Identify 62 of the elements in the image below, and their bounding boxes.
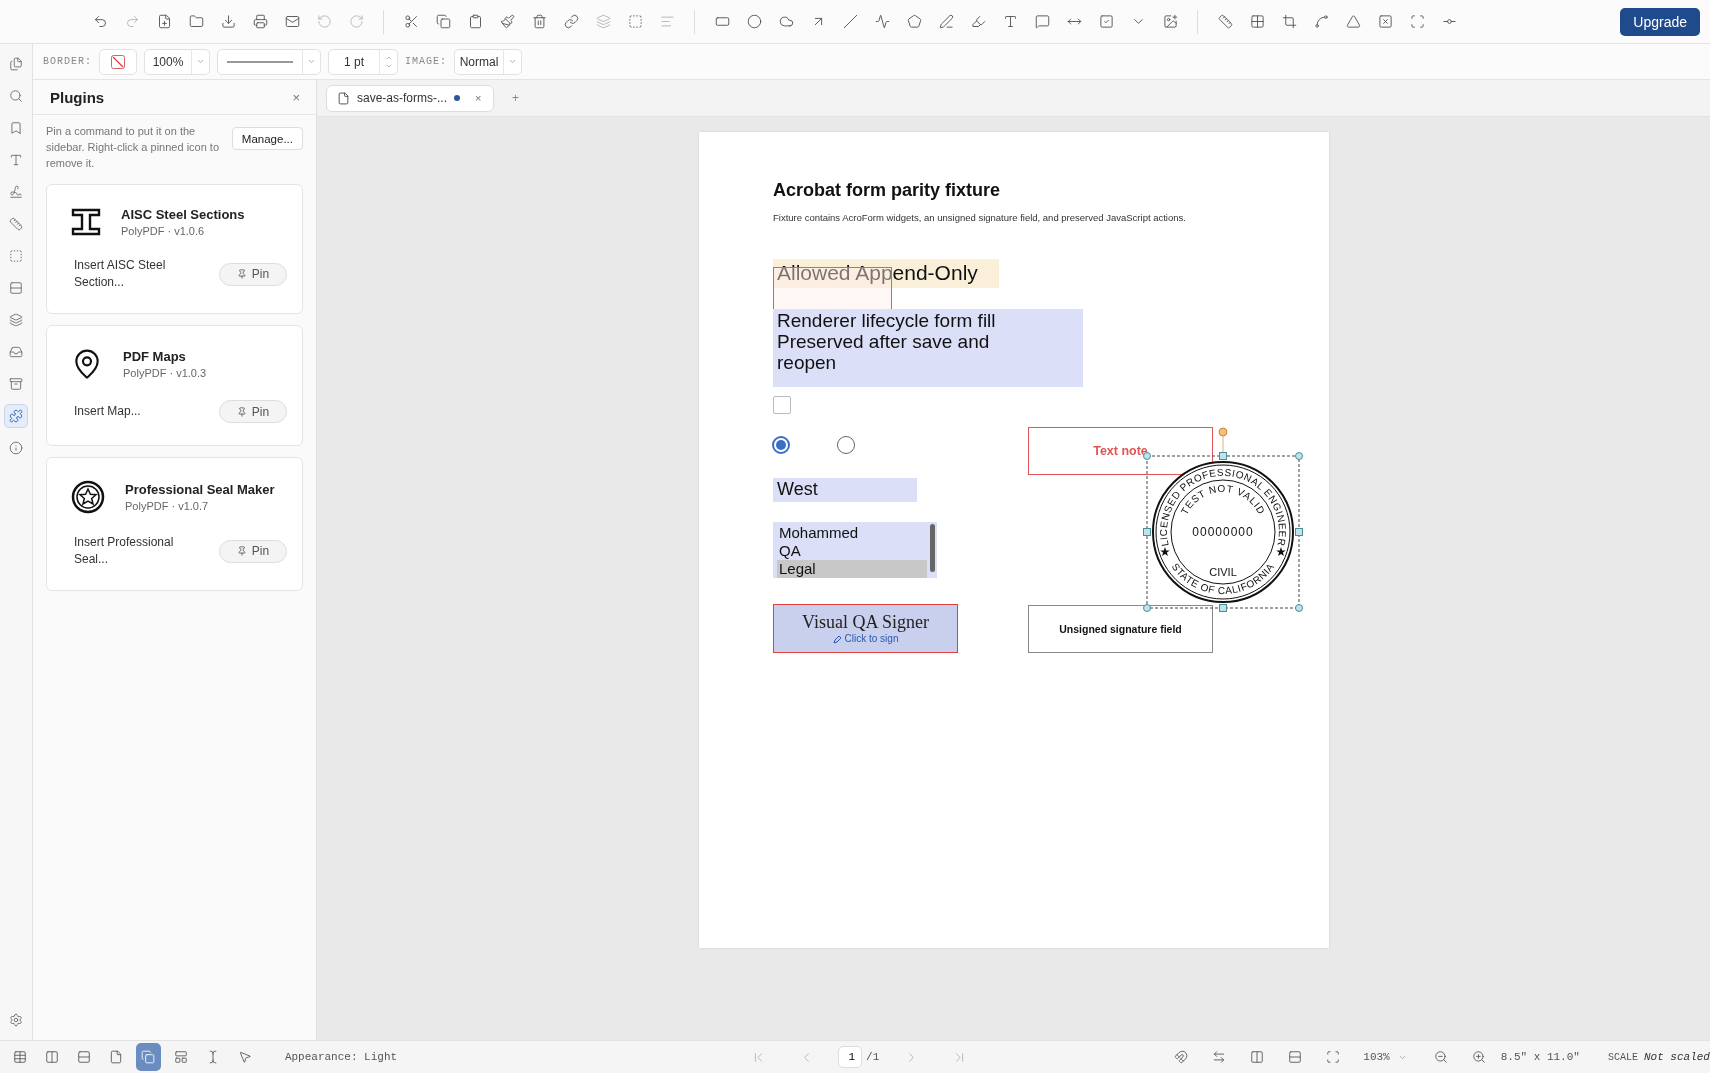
plugin-command: Insert AISC Steel Section... — [74, 257, 167, 291]
file-icon — [337, 91, 350, 105]
click-to-sign-link[interactable]: Click to sign — [844, 633, 899, 645]
i-beam-icon — [71, 207, 101, 237]
panel-title: Plugins — [50, 88, 105, 106]
zoom-level[interactable]: 103% — [1363, 1051, 1390, 1063]
list-box[interactable]: Mohammed QA Legal — [773, 522, 937, 578]
close-tab-button[interactable]: × — [475, 92, 482, 104]
pin-icon — [236, 269, 247, 279]
radio-button[interactable] — [837, 436, 855, 454]
plugin-name: Professional Seal Maker — [125, 482, 275, 497]
plugin-command: Insert Professional Seal... — [74, 534, 175, 568]
solid-line-icon — [227, 60, 293, 63]
unsigned-signature-field[interactable]: Unsigned signature field — [1028, 605, 1213, 653]
pin-button[interactable]: Pin — [219, 400, 287, 423]
pin-icon — [236, 406, 247, 417]
puzzle-icon[interactable] — [4, 404, 28, 428]
line-width-stepper[interactable]: 1 pt — [328, 48, 398, 75]
appearance-label: Appearance: Light — [284, 1051, 398, 1063]
manage-button[interactable]: Manage... — [231, 127, 303, 150]
signature-field[interactable]: Visual QA Signer Click to sign — [773, 604, 958, 653]
combo-field[interactable]: West — [773, 478, 917, 502]
page-number-field[interactable]: 1 — [838, 1046, 863, 1068]
scale-value: Not scaled — [1643, 1051, 1710, 1063]
star-badge-icon — [71, 480, 105, 514]
border-label: BORDER: — [43, 56, 92, 67]
plugin-version: PolyPDF · v1.0.6 — [121, 225, 206, 237]
plugin-version: PolyPDF · v1.0.3 — [123, 367, 207, 379]
checkbox[interactable] — [773, 396, 791, 414]
document-tab[interactable]: save-as-forms-... × — [326, 84, 494, 112]
close-button[interactable]: × — [292, 89, 300, 105]
plugin-name: PDF Maps — [123, 349, 187, 364]
page-total: /1 — [866, 1051, 880, 1063]
image-mode-dropdown[interactable]: Normal — [454, 48, 523, 75]
multiline-field[interactable]: Renderer lifecycle form fill Preserved after save and reopen — [773, 309, 1083, 387]
scale-label: SCALE — [1607, 1051, 1638, 1063]
border-color-swatch[interactable] — [99, 48, 137, 75]
list-option[interactable]: QA — [777, 542, 927, 560]
list-option[interactable]: Legal — [777, 560, 927, 578]
list-option[interactable]: Mohammed — [777, 524, 927, 542]
document-title: Acrobat form parity fixture — [773, 180, 1001, 201]
radio-button[interactable] — [772, 436, 790, 454]
document-description: Fixture contains AcroForm widgets, an unsigned signature field, and preserved JavaScript actions. — [773, 212, 1186, 223]
pin-icon — [236, 546, 247, 556]
stacked-pages-icon[interactable] — [136, 1043, 161, 1071]
pin-button[interactable]: Pin — [219, 262, 287, 286]
caret-icon — [196, 57, 205, 66]
caret-icon — [508, 57, 518, 66]
signer-name: Visual QA Signer — [802, 612, 929, 632]
plugin-command: Insert Map... — [74, 403, 142, 420]
pin-button[interactable]: Pin — [219, 539, 287, 563]
plugin-version: PolyPDF · v1.0.7 — [125, 500, 210, 512]
caret-icon — [307, 57, 316, 66]
page-size: 8.5" x 11.0" — [1500, 1051, 1580, 1063]
plugin-name: AISC Steel Sections — [121, 207, 245, 222]
panel-hint: Pin a command to put it on the sidebar. Right-click a pinned icon to remove it. — [46, 124, 221, 171]
line-style-dropdown[interactable] — [217, 48, 321, 75]
tab-label: save-as-forms-... — [357, 91, 447, 105]
opacity-dropdown[interactable]: 100% — [144, 48, 210, 75]
pencil-icon — [832, 634, 842, 644]
upgrade-button[interactable]: Upgrade — [1620, 7, 1700, 36]
image-label: IMAGE: — [405, 56, 448, 67]
